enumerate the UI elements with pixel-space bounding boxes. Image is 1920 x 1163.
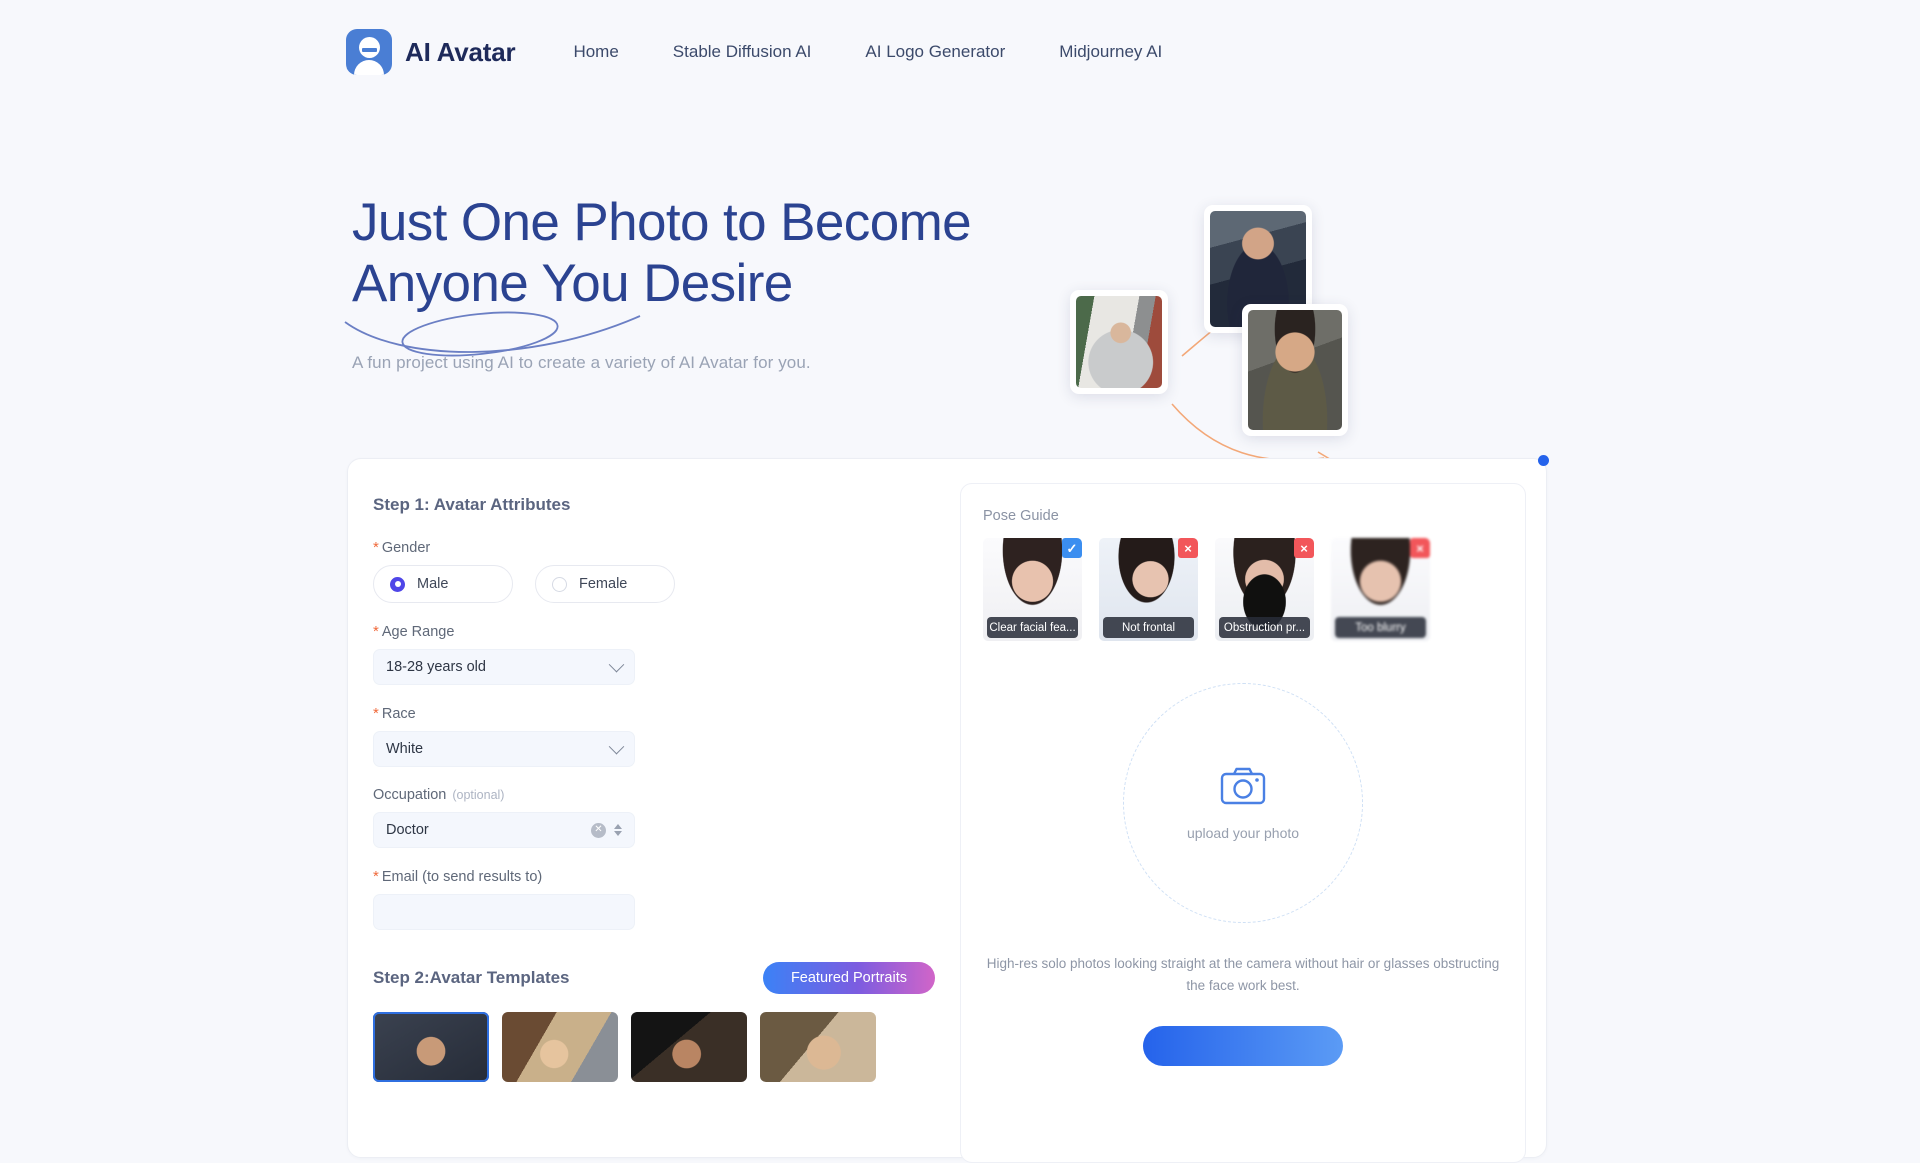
cross-icon: ×: [1178, 538, 1198, 558]
hero-title-line-1: Just One Photo to Become: [352, 193, 972, 252]
gender-radio-group: Male Female: [373, 565, 938, 603]
pose-guide-item-3: × Obstruction pr...: [1215, 538, 1314, 641]
pose-guide-item-4: × Too blurry: [1331, 538, 1430, 641]
hero-title-line-2: Anyone You Desire: [352, 254, 793, 314]
occupation-label-text: Occupation: [373, 787, 447, 803]
pose-guide-item-2: × Not frontal: [1099, 538, 1198, 641]
nav-item-ai-logo-generator[interactable]: AI Logo Generator: [865, 42, 1005, 62]
pose-guide-item-1: ✓ Clear facial fea...: [983, 538, 1082, 641]
nav-item-midjourney-ai[interactable]: Midjourney AI: [1059, 42, 1162, 62]
race-value: White: [386, 741, 424, 757]
pose-guide-caption: Clear facial fea...: [987, 617, 1078, 638]
step1-title: Step 1: Avatar Attributes: [373, 495, 571, 514]
race-label-text: Race: [381, 706, 416, 722]
brand-name: AI Avatar: [405, 36, 516, 67]
required-asterisk: *: [373, 623, 379, 640]
age-range-value: 18-28 years old: [386, 659, 486, 675]
step2-header: Step 2:Avatar Templates Featured Portrai…: [373, 455, 1549, 994]
upload-panel-wrap: Pose Guide ✓ Clear facial fea... × Not f…: [938, 459, 1546, 1163]
avatar-templates-list: [373, 1012, 938, 1082]
race-label: * Race: [373, 705, 938, 722]
radio-unselected-icon: [552, 576, 567, 592]
clear-icon[interactable]: ✕: [591, 822, 606, 838]
upload-panel: Pose Guide ✓ Clear facial fea... × Not f…: [960, 483, 1526, 1163]
chevron-down-icon: [608, 656, 625, 672]
camera-icon: [1220, 767, 1266, 804]
age-range-label-text: Age Range: [381, 624, 455, 640]
required-asterisk: *: [373, 539, 379, 556]
occupation-value: Doctor: [386, 822, 429, 838]
gender-option-male-label: Male: [417, 576, 449, 592]
upload-hint-text: High-res solo photos looking straight at…: [986, 956, 1500, 993]
email-label: * Email (to send results to): [373, 868, 938, 885]
upload-prompt-text: upload your photo: [1186, 824, 1300, 841]
age-range-label: * Age Range: [373, 623, 938, 640]
ai-avatar-logo-icon: [346, 29, 392, 75]
pose-guide-caption: Obstruction pr...: [1219, 617, 1310, 638]
gender-option-male[interactable]: Male: [373, 565, 513, 603]
attributes-form: Step 1: Avatar Attributes * Gender Male …: [348, 455, 1549, 1157]
cross-icon: ×: [1294, 538, 1314, 558]
main-nav: Home Stable Diffusion AI AI Logo Generat…: [573, 42, 1162, 62]
cross-icon: ×: [1410, 538, 1430, 558]
gender-label: * Gender: [373, 539, 938, 556]
nav-item-stable-diffusion-ai[interactable]: Stable Diffusion AI: [673, 42, 812, 62]
chevron-down-icon: [608, 738, 625, 754]
notification-dot-icon: [1538, 455, 1549, 466]
occupation-optional-tag: (optional): [452, 788, 505, 802]
avatar-generator-card: Step 1: Avatar Attributes * Gender Male …: [347, 455, 1549, 1163]
template-thumbnail-4[interactable]: [760, 1012, 876, 1082]
gender-label-text: Gender: [381, 540, 431, 556]
page-title: Just One Photo to Become Anyone You Desi…: [352, 192, 1012, 315]
pose-guide-label: Pose Guide: [983, 508, 1059, 524]
gender-option-female[interactable]: Female: [535, 565, 675, 603]
radio-selected-icon: [390, 576, 405, 592]
occupation-field[interactable]: Doctor ✕: [373, 812, 635, 848]
gender-option-female-label: Female: [579, 576, 628, 592]
required-asterisk: *: [373, 705, 379, 722]
nav-item-home[interactable]: Home: [573, 42, 618, 62]
submit-button[interactable]: [1143, 1026, 1343, 1067]
template-thumbnail-1[interactable]: [373, 1012, 489, 1082]
hero-section: Just One Photo to Become Anyone You Desi…: [0, 104, 1920, 504]
check-icon: ✓: [1062, 538, 1082, 558]
pose-guide-caption: Too blurry: [1335, 617, 1426, 638]
generated-avatar-portrait: [1242, 304, 1348, 436]
featured-portraits-button[interactable]: Featured Portraits: [762, 962, 935, 994]
hero-subtitle: A fun project using AI to create a varie…: [352, 352, 811, 372]
age-range-select[interactable]: 18-28 years old: [373, 649, 635, 685]
site-header: AI Avatar Home Stable Diffusion AI AI Lo…: [0, 0, 1920, 104]
brand-logo[interactable]: AI Avatar: [346, 29, 516, 75]
pose-guide-caption: Not frontal: [1103, 617, 1194, 638]
email-field[interactable]: [373, 894, 635, 930]
occupation-label: Occupation (optional): [373, 787, 938, 803]
template-thumbnail-2[interactable]: [502, 1012, 618, 1082]
race-select[interactable]: White: [373, 731, 635, 767]
required-asterisk: *: [373, 868, 379, 885]
photo-upload-dropzone[interactable]: upload your photo: [1123, 683, 1363, 923]
hero-text-block: Just One Photo to Become Anyone You Desi…: [344, 124, 1012, 504]
step2-title: Step 2:Avatar Templates: [373, 968, 570, 987]
stepper-icon[interactable]: [614, 824, 622, 836]
email-label-text: Email (to send results to): [381, 869, 543, 885]
pose-guide-list: ✓ Clear facial fea... × Not frontal × Ob…: [983, 538, 1503, 641]
template-thumbnail-3[interactable]: [631, 1012, 747, 1082]
source-photo: [1070, 290, 1168, 394]
